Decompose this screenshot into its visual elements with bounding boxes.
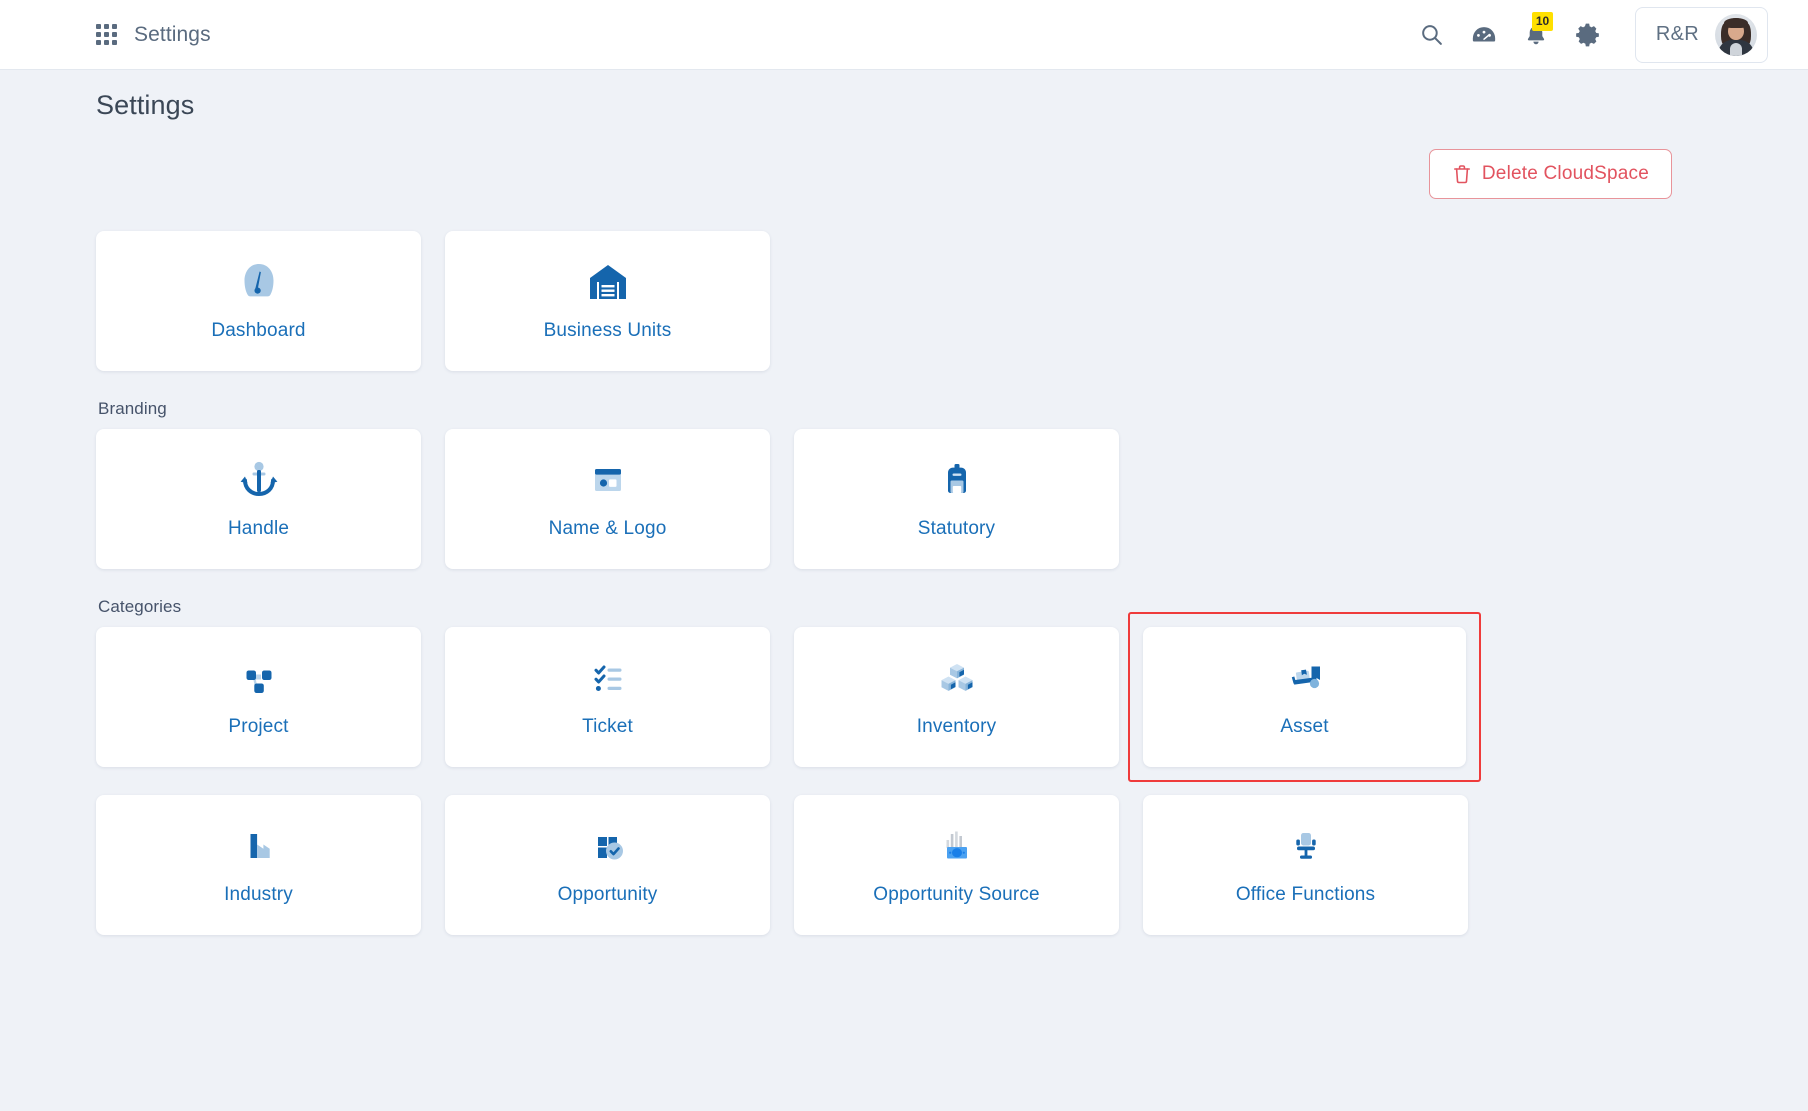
checklist-icon: [586, 656, 630, 700]
card-label: Opportunity Source: [873, 884, 1040, 905]
card-label: Office Functions: [1235, 884, 1376, 905]
card-slot-ticket: Ticket: [445, 627, 770, 767]
card-label: Business Units: [543, 320, 672, 341]
section-categories: Categories Project Ticket Inventory Asse…: [96, 597, 1712, 935]
card-slot-office-functions: Office Functions: [1143, 795, 1468, 935]
office-chair-icon: [1284, 824, 1328, 868]
top-bar-actions: 10 R&R: [1419, 6, 1768, 63]
bell-icon[interactable]: 10: [1523, 11, 1554, 48]
user-avatar: [1715, 13, 1757, 56]
section-general: Dashboard Business Units: [96, 231, 1712, 371]
card-label: Name & Logo: [548, 518, 667, 539]
card-label: Ticket: [582, 716, 633, 737]
brand-area[interactable]: Settings: [96, 23, 211, 47]
card-label: Asset: [1280, 716, 1329, 737]
card-label: Project: [228, 716, 289, 737]
settings-card-project[interactable]: Project: [96, 627, 421, 767]
settings-card-handle[interactable]: Handle: [96, 429, 421, 569]
card-slot-opportunity: Opportunity: [445, 795, 770, 935]
page-title: Settings: [96, 90, 195, 120]
card-slot-industry: Industry: [96, 795, 421, 935]
settings-card-statutory[interactable]: Statutory: [794, 429, 1119, 569]
delete-cloudspace-button[interactable]: Delete CloudSpace: [1428, 149, 1672, 199]
sitemap-icon: [237, 656, 281, 700]
card-slot-name-logo: Name & Logo: [445, 429, 770, 569]
gear-icon[interactable]: [1575, 22, 1601, 48]
card-row-categories-1: Project Ticket Inventory Asset: [96, 612, 1712, 782]
factory-icon: [237, 824, 281, 868]
settings-card-opportunity-source[interactable]: Opportunity Source: [794, 795, 1119, 935]
card-label: Statutory: [917, 518, 996, 539]
user-menu[interactable]: R&R: [1634, 6, 1768, 63]
settings-card-name-logo[interactable]: Name & Logo: [445, 429, 770, 569]
settings-card-inventory[interactable]: Inventory: [794, 627, 1119, 767]
search-icon[interactable]: [1419, 22, 1445, 48]
user-name: R&R: [1655, 23, 1699, 45]
card-slot-asset-selected: Asset: [1128, 612, 1481, 782]
card-slot-opportunity-source: Opportunity Source: [794, 795, 1119, 935]
settings-card-opportunity[interactable]: Opportunity: [445, 795, 770, 935]
settings-card-asset[interactable]: Asset: [1143, 627, 1466, 767]
settings-card-ticket[interactable]: Ticket: [445, 627, 770, 767]
settings-card-business-units[interactable]: Business Units: [445, 231, 770, 371]
card-label: Handle: [227, 518, 290, 539]
card-slot-handle: Handle: [96, 429, 421, 569]
apps-grid-icon[interactable]: [96, 24, 117, 45]
card-label: Opportunity: [557, 884, 658, 905]
settings-card-industry[interactable]: Industry: [96, 795, 421, 935]
backpack-icon: [935, 458, 979, 502]
settings-card-dashboard[interactable]: Dashboard: [96, 231, 421, 371]
settings-card-office-functions[interactable]: Office Functions: [1143, 795, 1468, 935]
browser-window-icon: [586, 458, 630, 502]
card-slot-business-units: Business Units: [445, 231, 770, 371]
anchor-icon: [237, 458, 281, 502]
app-title: Settings: [134, 22, 211, 46]
briefcase-check-icon: [586, 824, 630, 868]
card-row-categories-2: Industry Opportunity Opportunity Source …: [96, 795, 1712, 935]
speedometer-icon[interactable]: [1471, 22, 1497, 48]
card-label: Industry: [224, 884, 293, 905]
card-slot-dashboard: Dashboard: [96, 231, 421, 371]
money-chart-icon: [935, 824, 979, 868]
gauge-icon: [237, 260, 281, 304]
card-slot-inventory: Inventory: [794, 627, 1119, 767]
trash-icon: [1452, 164, 1472, 185]
warehouse-icon: [586, 260, 630, 304]
dolly-box-icon: [1283, 656, 1327, 700]
card-label: Dashboard: [211, 320, 306, 341]
cubes-icon: [935, 656, 979, 700]
delete-cloudspace-label: Delete CloudSpace: [1481, 163, 1649, 184]
section-label-branding: Branding: [98, 399, 167, 418]
notification-badge: 10: [1531, 11, 1554, 31]
card-row-branding: Handle Name & Logo Statutory: [96, 429, 1712, 569]
top-bar: Settings 10 R&R: [0, 0, 1808, 70]
card-row-general: Dashboard Business Units: [96, 231, 1712, 371]
card-slot-project: Project: [96, 627, 421, 767]
page-body: Settings Delete CloudSpace Dashboard Bus…: [0, 90, 1808, 935]
card-slot-statutory: Statutory: [794, 429, 1119, 569]
section-branding: Branding Handle Name & Logo Statutory: [96, 399, 1712, 569]
card-label: Inventory: [916, 716, 997, 737]
page-toolbar: Delete CloudSpace: [96, 149, 1712, 199]
